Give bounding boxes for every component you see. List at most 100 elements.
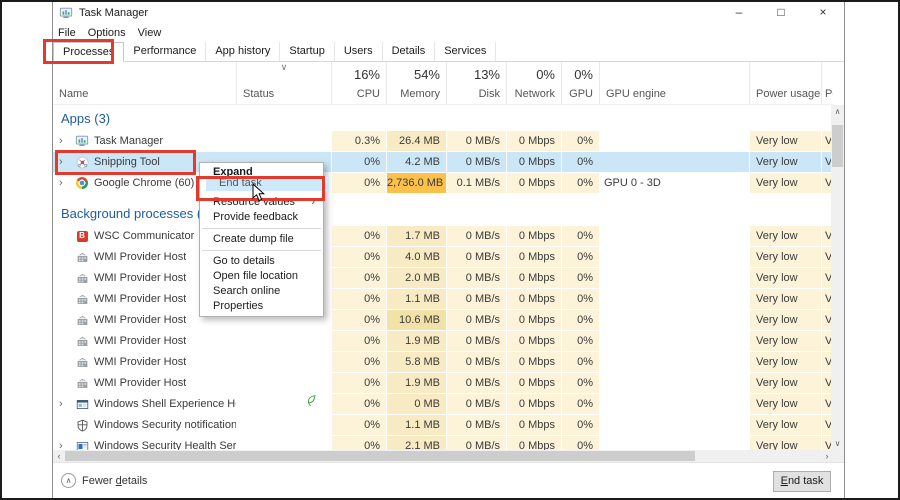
gpu-engine-cell bbox=[599, 268, 749, 288]
cpu-cell: 0% bbox=[331, 415, 386, 435]
process-name-label: WMI Provider Host bbox=[94, 335, 187, 347]
menu-item-label: Properties bbox=[213, 300, 264, 312]
process-row[interactable]: WMI Provider Host 0% 4.0 MB 0 MB/s 0 Mbps 0% V… bbox=[53, 247, 833, 268]
menu-item-open-file-location[interactable]: Open file location bbox=[200, 269, 323, 284]
expander-chevron-icon[interactable]: › bbox=[53, 131, 75, 151]
tab-users[interactable]: Users bbox=[335, 42, 383, 61]
process-row[interactable]: Windows Security notification i... 0% 1.1 … bbox=[53, 415, 833, 436]
chrome-icon bbox=[75, 176, 89, 190]
column-header-network[interactable]: 0% Network bbox=[506, 62, 561, 104]
column-header-name[interactable]: Name bbox=[53, 62, 236, 104]
column-header-cpu[interactable]: 16% CPU bbox=[331, 62, 386, 104]
expander-chevron-icon[interactable]: › bbox=[53, 173, 75, 193]
menu-item-go-to-details[interactable]: Go to details bbox=[200, 254, 323, 269]
scroll-down-icon[interactable]: ∨ bbox=[831, 437, 844, 450]
end-task-button[interactable]: End task bbox=[773, 471, 831, 492]
fewer-details-label: Fewer details bbox=[82, 474, 148, 487]
vertical-scrollbar[interactable]: ∧ ∨ bbox=[831, 105, 844, 450]
tab-details[interactable]: Details bbox=[383, 42, 436, 61]
process-row[interactable]: B WSC Communicator 0% 1.7 MB 0 MB/s 0 Mbps 0% V… bbox=[53, 226, 833, 247]
gpu-engine-cell bbox=[599, 152, 749, 172]
screenshot-canvas: Task Manager – □ × File Options View Process… bbox=[0, 0, 900, 500]
menu-item-create-dump-file[interactable]: Create dump file bbox=[200, 232, 323, 247]
fewer-details-toggle[interactable]: ∧ Fewer details bbox=[61, 473, 147, 488]
tab-performance[interactable]: Performance bbox=[124, 42, 207, 61]
process-row[interactable]: WMI Provider Host 0% 1.9 MB 0 MB/s 0 Mbps 0% V… bbox=[53, 331, 833, 352]
gpu-engine-cell bbox=[599, 373, 749, 393]
menu-item-resource-values[interactable]: Resource values › bbox=[200, 195, 323, 210]
section-header: Background processes ( bbox=[53, 200, 833, 226]
network-cell: 0 Mbps bbox=[506, 226, 561, 246]
process-row[interactable]: WMI Provider Host 0% 5.8 MB 0 MB/s 0 Mbps 0% V… bbox=[53, 352, 833, 373]
vertical-scroll-thumb[interactable] bbox=[832, 125, 843, 167]
column-header-power-trend[interactable]: Pow bbox=[821, 62, 833, 104]
column-header-memory[interactable]: 54% Memory bbox=[386, 62, 446, 104]
horizontal-scrollbar[interactable]: ‹ › bbox=[53, 450, 833, 462]
process-row[interactable]: WMI Provider Host 0% 2.0 MB 0 MB/s 0 Mbps 0% V… bbox=[53, 268, 833, 289]
menubar-item-view[interactable]: View bbox=[138, 27, 168, 39]
tab-services[interactable]: Services bbox=[435, 42, 497, 61]
close-button[interactable]: × bbox=[802, 2, 844, 24]
network-cell: 0 Mbps bbox=[506, 331, 561, 351]
process-name-label: WMI Provider Host bbox=[94, 314, 187, 326]
process-list: Apps (3) › Task Manager 0.3% 26.4 MB 0 MB/s 0 … bbox=[53, 105, 833, 450]
menubar-item-file[interactable]: File bbox=[58, 27, 82, 39]
gpu-engine-header-label: GPU engine bbox=[606, 88, 666, 100]
section-header-label: Background processes ( bbox=[61, 206, 202, 221]
menu-item-properties[interactable]: Properties bbox=[200, 299, 323, 314]
maximize-button[interactable]: □ bbox=[760, 2, 802, 24]
disk-cell: 0 MB/s bbox=[446, 268, 506, 288]
process-name-label: Windows Security notification i... bbox=[94, 419, 236, 431]
gpu-cell: 0% bbox=[561, 226, 599, 246]
column-header-power-usage[interactable]: Power usage bbox=[749, 62, 821, 104]
memory-cell: 1.7 MB bbox=[386, 226, 446, 246]
memory-cell: 1.1 MB bbox=[386, 289, 446, 309]
tab-startup[interactable]: Startup bbox=[280, 42, 335, 61]
column-header-gpu-engine[interactable]: GPU engine bbox=[599, 62, 749, 104]
process-row[interactable]: › Snipping Tool 0% 4.2 MB 0 MB/s 0 Mbps 0% Very… bbox=[53, 152, 833, 173]
shell-experience-icon bbox=[75, 397, 89, 411]
gpu-cell: 0% bbox=[561, 131, 599, 151]
menu-bar: File Options View bbox=[53, 24, 844, 42]
task-manager-icon bbox=[59, 6, 73, 20]
power-usage-cell: Very low bbox=[749, 352, 821, 372]
process-row[interactable]: WMI Provider Host 0% 1.9 MB 0 MB/s 0 Mbps 0% V… bbox=[53, 373, 833, 394]
expander-chevron-icon[interactable]: › bbox=[53, 394, 75, 414]
column-header-status[interactable]: ∨ Status bbox=[236, 62, 331, 104]
status-cell bbox=[236, 415, 331, 435]
process-row[interactable]: ›Windows Security Health Service0%2.1 MB… bbox=[53, 436, 833, 450]
window-title: Task Manager bbox=[79, 7, 149, 19]
expander-chevron-icon[interactable]: › bbox=[53, 152, 75, 172]
menu-item-end-task[interactable]: End task bbox=[206, 176, 329, 191]
cpu-cell: 0% bbox=[331, 352, 386, 372]
expander-chevron-icon[interactable]: › bbox=[53, 436, 75, 450]
process-row[interactable]: › Task Manager 0.3% 26.4 MB 0 MB/s 0 Mbps 0% Ve… bbox=[53, 131, 833, 152]
network-cell: 0 Mbps bbox=[506, 289, 561, 309]
menu-item-label: Create dump file bbox=[213, 233, 294, 245]
wsc-communicator-icon: B bbox=[75, 229, 89, 243]
column-header-disk[interactable]: 13% Disk bbox=[446, 62, 506, 104]
gpu-cell: 0% bbox=[561, 415, 599, 435]
process-row[interactable]: › Google Chrome (60) 0% 2,736.0 MB 0.1 MB/s 0… bbox=[53, 173, 833, 194]
process-row[interactable]: › Windows Shell Experience Host 0% 0 MB 0 MB… bbox=[53, 394, 833, 415]
column-header-gpu[interactable]: 0% GPU bbox=[561, 62, 599, 104]
tab-app-history[interactable]: App history bbox=[206, 42, 281, 61]
usage-label-gpu: GPU bbox=[569, 88, 593, 100]
menu-item-provide-feedback[interactable]: Provide feedback bbox=[200, 210, 323, 225]
gpu-cell: 0% bbox=[561, 310, 599, 330]
process-row[interactable]: WMI Provider Host 0% 10.6 MB 0 MB/s 0 Mbps 0%… bbox=[53, 310, 833, 331]
gpu-engine-cell bbox=[599, 352, 749, 372]
horizontal-scroll-thumb[interactable] bbox=[65, 451, 695, 461]
power-usage-cell: Very low bbox=[749, 310, 821, 330]
disk-cell: 0 MB/s bbox=[446, 394, 506, 414]
scroll-left-icon[interactable]: ‹ bbox=[53, 450, 65, 462]
menubar-item-options[interactable]: Options bbox=[88, 27, 132, 39]
disk-cell: 0 MB/s bbox=[446, 226, 506, 246]
tab-processes[interactable]: Processes bbox=[53, 42, 125, 62]
usage-label-memory: Memory bbox=[400, 88, 440, 100]
menu-item-search-online[interactable]: Search online bbox=[200, 284, 323, 299]
minimize-button[interactable]: – bbox=[718, 2, 760, 24]
gpu-cell: 0% bbox=[561, 152, 599, 172]
process-row[interactable]: WMI Provider Host 0% 1.1 MB 0 MB/s 0 Mbps 0% V… bbox=[53, 289, 833, 310]
scroll-up-icon[interactable]: ∧ bbox=[831, 105, 844, 118]
